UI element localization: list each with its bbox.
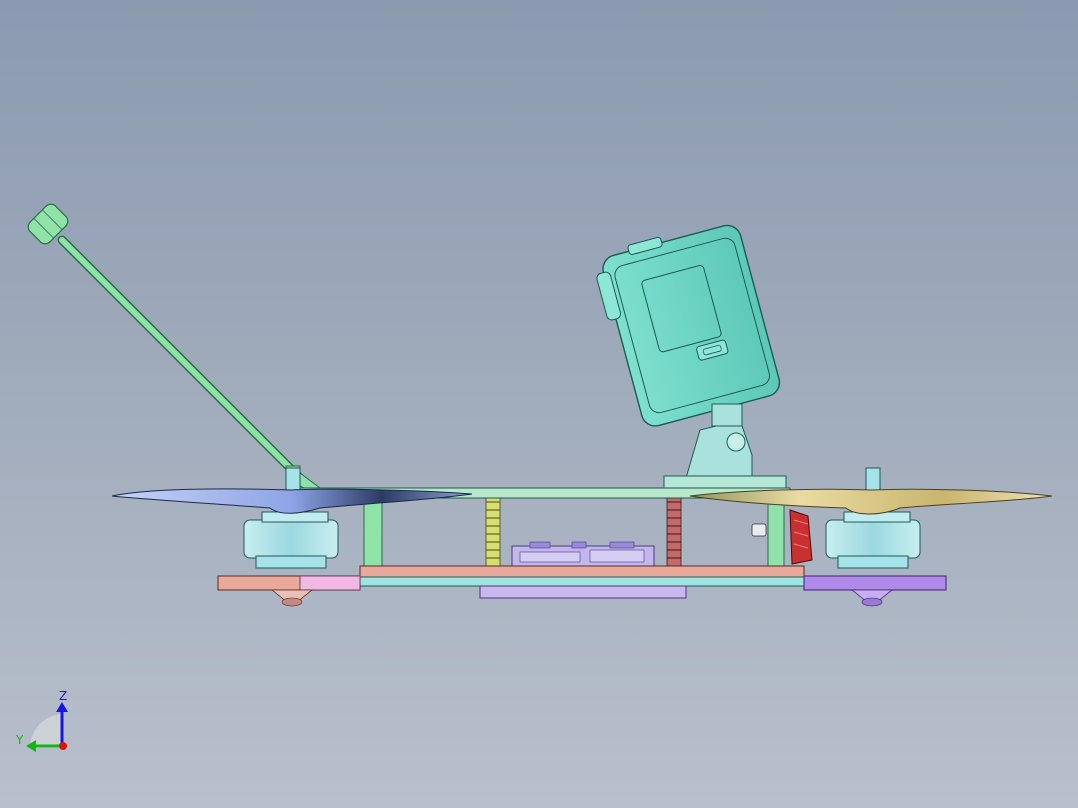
arm-standoff-right — [767, 497, 785, 569]
arm-standoff-left — [363, 495, 383, 569]
bottom-plate — [359, 565, 805, 599]
motor-right — [825, 467, 921, 569]
drone-side-view: Z Y — [15, 203, 1053, 752]
arm-left — [217, 575, 361, 607]
z-axis-label: Z — [59, 689, 67, 703]
flight-stack — [511, 541, 655, 569]
propeller-right — [689, 488, 1053, 515]
antenna — [27, 203, 330, 497]
action-camera — [596, 224, 787, 489]
propeller-left — [111, 488, 473, 514]
standoff-rear — [666, 495, 682, 567]
standoff-front — [485, 495, 501, 567]
arm-right — [803, 575, 947, 607]
coordinate-triad: Z Y — [15, 689, 68, 752]
cad-viewport[interactable]: Z Y — [0, 0, 1078, 808]
y-axis-label: Y — [15, 733, 24, 747]
motor-left — [243, 467, 339, 569]
